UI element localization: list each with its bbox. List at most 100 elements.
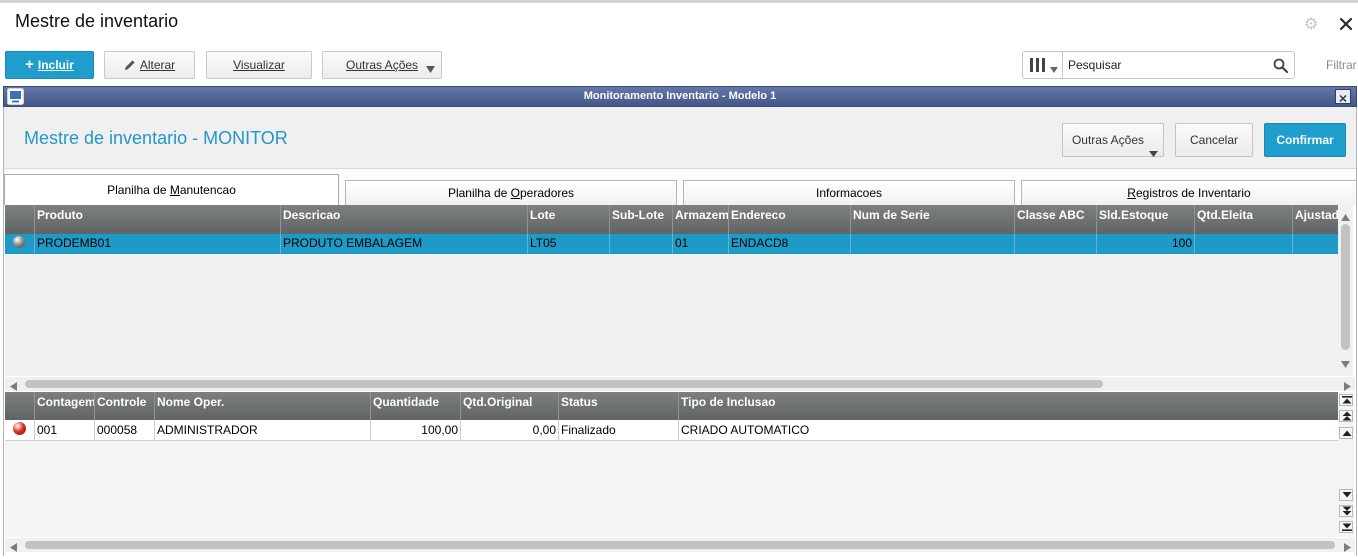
cell-ajustado[interactable] bbox=[1293, 234, 1338, 254]
page-title: Mestre de inventario - MONITOR bbox=[24, 128, 288, 148]
page-down-button[interactable] bbox=[1339, 505, 1353, 517]
cell-num-serie[interactable] bbox=[851, 234, 1015, 254]
col-header-descricao[interactable]: Descricao bbox=[281, 205, 528, 234]
scrollbar-thumb[interactable] bbox=[25, 380, 1103, 388]
cell-qtd-eleita[interactable] bbox=[1195, 234, 1293, 254]
col-header-qtd-original[interactable]: Qtd.Original bbox=[461, 392, 559, 420]
tab-label: Planilha de Operadores bbox=[447, 186, 575, 200]
incluir-button[interactable]: + Incluir bbox=[5, 51, 94, 79]
chevron-down-icon bbox=[1149, 146, 1158, 157]
col-header-status bbox=[5, 392, 35, 420]
col-header-contagem[interactable]: Contagem bbox=[35, 392, 95, 420]
visualizar-label: Visualizar bbox=[233, 58, 285, 72]
col-header-classe-abc[interactable]: Classe ABC bbox=[1015, 205, 1097, 234]
search-icon[interactable] bbox=[1273, 58, 1289, 74]
col-header-tipo-inclusao[interactable]: Tipo de Inclusao bbox=[679, 392, 1338, 420]
cell-sub-lote[interactable] bbox=[610, 234, 673, 254]
columns-icon bbox=[1030, 58, 1046, 72]
tab-label: Registros de Inventario bbox=[1127, 186, 1251, 200]
incluir-label: Incluir bbox=[37, 58, 74, 72]
cell-sld-estoque[interactable]: 100 bbox=[1097, 234, 1195, 254]
cell-controle[interactable]: 000058 bbox=[95, 420, 155, 440]
chevron-down-icon bbox=[1050, 62, 1058, 73]
tab-planilha-manutencao[interactable]: Planilha de Manutencao bbox=[4, 174, 339, 205]
col-header-num-serie[interactable]: Num de Serie bbox=[851, 205, 1015, 234]
cell-nome-oper[interactable]: ADMINISTRADOR bbox=[155, 420, 371, 440]
cell-classe-abc[interactable] bbox=[1015, 234, 1097, 254]
scroll-down-icon[interactable] bbox=[1341, 357, 1350, 368]
columns-selector-button[interactable] bbox=[1023, 52, 1063, 78]
col-header-ajustado[interactable]: Ajustad bbox=[1293, 205, 1338, 234]
cell-endereco[interactable]: ENDACD8 bbox=[729, 234, 851, 254]
row-up-button[interactable] bbox=[1339, 427, 1353, 439]
scroll-up-icon[interactable] bbox=[1341, 210, 1350, 221]
go-first-button[interactable] bbox=[1339, 394, 1353, 406]
counts-grid-header: Contagem Controle Nome Oper. Quantidade … bbox=[5, 392, 1338, 420]
search-input[interactable] bbox=[1068, 55, 1268, 75]
col-header-lote[interactable]: Lote bbox=[528, 205, 610, 234]
scrollbar-thumb[interactable] bbox=[1341, 224, 1350, 350]
scroll-left-icon[interactable] bbox=[10, 541, 17, 552]
go-last-button[interactable] bbox=[1339, 521, 1353, 533]
col-header-qtd-eleita[interactable]: Qtd.Eleita bbox=[1195, 205, 1293, 234]
cancelar-button[interactable]: Cancelar bbox=[1175, 123, 1253, 157]
visualizar-button[interactable]: Visualizar bbox=[206, 51, 312, 79]
products-vertical-scrollbar[interactable] bbox=[1338, 205, 1353, 376]
alterar-label: Alterar bbox=[139, 58, 176, 72]
dialog-outras-acoes-label: Outras Ações bbox=[1071, 133, 1145, 147]
col-header-status bbox=[5, 205, 35, 234]
confirmar-button[interactable]: Confirmar bbox=[1264, 123, 1346, 157]
cancelar-label: Cancelar bbox=[1189, 133, 1239, 147]
col-header-sld-estoque[interactable]: Sld.Estoque bbox=[1097, 205, 1195, 234]
status-cell bbox=[5, 420, 35, 440]
dialog-close-button[interactable] bbox=[1335, 89, 1351, 104]
cell-lote[interactable]: LT05 bbox=[528, 234, 610, 254]
scroll-right-icon[interactable] bbox=[1344, 541, 1351, 552]
tab-planilha-operadores[interactable]: Planilha de Operadores bbox=[345, 180, 677, 205]
chevron-down-icon bbox=[426, 62, 435, 73]
col-header-status-text[interactable]: Status bbox=[559, 392, 679, 420]
gear-icon[interactable]: ⚙ bbox=[1302, 15, 1320, 33]
col-header-armazem[interactable]: Armazem bbox=[673, 205, 729, 234]
cell-contagem[interactable]: 001 bbox=[35, 420, 95, 440]
cell-armazem[interactable]: 01 bbox=[673, 234, 729, 254]
col-header-endereco[interactable]: Endereco bbox=[729, 205, 851, 234]
counts-grid-navigation bbox=[1338, 392, 1354, 537]
scroll-right-icon[interactable] bbox=[1344, 380, 1351, 391]
outras-acoes-label: Outras Ações bbox=[346, 58, 419, 72]
col-header-nome-oper[interactable]: Nome Oper. bbox=[155, 392, 371, 420]
cell-descricao[interactable]: PRODUTO EMBALAGEM bbox=[281, 234, 528, 254]
counts-grid: Contagem Controle Nome Oper. Quantidade … bbox=[5, 392, 1338, 537]
dialog-outras-acoes-button[interactable]: Outras Ações bbox=[1062, 123, 1164, 157]
counts-horizontal-scrollbar[interactable] bbox=[5, 538, 1355, 552]
scrollbar-thumb[interactable] bbox=[25, 541, 1335, 549]
products-horizontal-scrollbar[interactable] bbox=[5, 377, 1355, 391]
col-header-sub-lote[interactable]: Sub-Lote bbox=[610, 205, 673, 234]
col-header-quantidade[interactable]: Quantidade bbox=[371, 392, 461, 420]
tab-registros-inventario[interactable]: Registros de Inventario bbox=[1021, 180, 1357, 205]
close-icon[interactable] bbox=[1339, 17, 1353, 31]
status-light-icon bbox=[13, 422, 26, 435]
col-header-controle[interactable]: Controle bbox=[95, 392, 155, 420]
cell-status[interactable]: Finalizado bbox=[559, 420, 679, 440]
row-down-button[interactable] bbox=[1339, 489, 1353, 501]
filtrar-link[interactable]: Filtrar bbox=[1326, 58, 1357, 72]
alterar-button[interactable]: Alterar bbox=[104, 51, 195, 79]
page-up-button[interactable] bbox=[1339, 410, 1353, 422]
pencil-icon bbox=[124, 59, 136, 71]
outras-acoes-button[interactable]: Outras Ações bbox=[322, 51, 442, 79]
products-grid: Produto Descricao Lote Sub-Lote Armazem … bbox=[5, 205, 1338, 376]
search-box bbox=[1022, 51, 1295, 79]
status-light-icon bbox=[13, 236, 25, 248]
products-grid-header: Produto Descricao Lote Sub-Lote Armazem … bbox=[5, 205, 1338, 234]
cell-produto[interactable]: PRODEMB01 bbox=[35, 234, 281, 254]
cell-quantidade[interactable]: 100,00 bbox=[371, 420, 461, 440]
scroll-left-icon[interactable] bbox=[10, 380, 17, 391]
confirmar-label: Confirmar bbox=[1276, 133, 1334, 147]
col-header-produto[interactable]: Produto bbox=[35, 205, 281, 234]
table-row[interactable]: 001 000058 ADMINISTRADOR 100,00 0,00 Fin… bbox=[5, 420, 1338, 441]
cell-tipo-inclusao[interactable]: CRIADO AUTOMATICO bbox=[679, 420, 1338, 440]
tab-informacoes[interactable]: Informacoes bbox=[683, 180, 1015, 205]
table-row[interactable]: PRODEMB01 PRODUTO EMBALAGEM LT05 01 ENDA… bbox=[5, 234, 1338, 254]
cell-qtd-original[interactable]: 0,00 bbox=[461, 420, 559, 440]
